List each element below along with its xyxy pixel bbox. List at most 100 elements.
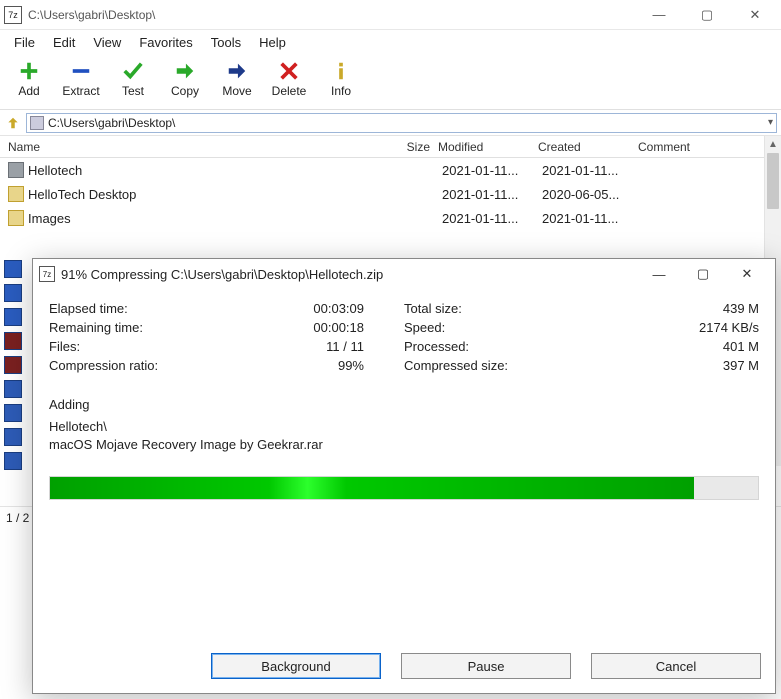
- desktop-side-icons: [4, 260, 22, 470]
- toolbar-move-label: Move: [222, 84, 251, 98]
- toolbar-copy-label: Copy: [171, 84, 199, 98]
- progress-bar: [49, 476, 759, 500]
- arrow-right-blue-icon: [225, 60, 249, 82]
- arrow-right-green-icon: [173, 60, 197, 82]
- col-name[interactable]: Name: [0, 140, 390, 154]
- file-icon: [4, 452, 22, 470]
- ratio-label: Compression ratio:: [49, 358, 158, 373]
- toolbar-info-label: Info: [331, 84, 351, 98]
- toolbar-extract[interactable]: Extract: [56, 58, 106, 98]
- minimize-button[interactable]: —: [637, 1, 681, 29]
- maximize-button[interactable]: ▢: [685, 1, 729, 29]
- path-text: C:\Users\gabri\Desktop\: [48, 116, 175, 130]
- pause-button[interactable]: Pause: [401, 653, 571, 679]
- toolbar-add-label: Add: [18, 84, 39, 98]
- remaining-value: 00:00:18: [313, 320, 404, 335]
- files-value: 11 / 11: [326, 339, 404, 354]
- adding-block: Adding Hellotech\ macOS Mojave Recovery …: [49, 397, 759, 454]
- dialog-close-button[interactable]: ✕: [725, 260, 769, 288]
- cell-name: Images: [28, 211, 394, 226]
- total-value: 439 M: [723, 301, 759, 316]
- stats: Elapsed time:00:03:09 Remaining time:00:…: [49, 299, 759, 375]
- disk-icon: [30, 116, 44, 130]
- menu-edit[interactable]: Edit: [45, 32, 83, 53]
- dialog-title: 91% Compressing C:\Users\gabri\Desktop\H…: [61, 267, 637, 282]
- file-icon: [4, 356, 22, 374]
- toolbar-test[interactable]: Test: [108, 58, 158, 98]
- scroll-up-icon[interactable]: ▲: [765, 136, 781, 153]
- path-bar: C:\Users\gabri\Desktop\ ▾: [0, 110, 781, 136]
- speed-label: Speed:: [404, 320, 445, 335]
- menubar: File Edit View Favorites Tools Help: [0, 30, 781, 54]
- toolbar-test-label: Test: [122, 84, 144, 98]
- menu-help[interactable]: Help: [251, 32, 294, 53]
- table-row[interactable]: Images 2021-01-11... 2021-01-11...: [0, 206, 781, 230]
- speed-value: 2174 KB/s: [699, 320, 759, 335]
- adding-label: Adding: [49, 397, 759, 412]
- menu-favorites[interactable]: Favorites: [131, 32, 200, 53]
- file-icon: [8, 186, 24, 202]
- scroll-thumb[interactable]: [767, 153, 779, 209]
- menu-tools[interactable]: Tools: [203, 32, 249, 53]
- toolbar-move[interactable]: Move: [212, 58, 262, 98]
- x-icon: [277, 60, 301, 82]
- dialog-maximize-button[interactable]: ▢: [681, 260, 725, 288]
- toolbar-add[interactable]: Add: [4, 58, 54, 98]
- col-modified[interactable]: Modified: [438, 140, 538, 154]
- col-created[interactable]: Created: [538, 140, 638, 154]
- info-icon: [329, 60, 353, 82]
- remaining-label: Remaining time:: [49, 320, 143, 335]
- background-button[interactable]: Background: [211, 653, 381, 679]
- minus-icon: [69, 60, 93, 82]
- chevron-down-icon[interactable]: ▾: [768, 117, 773, 128]
- close-button[interactable]: ✕: [733, 1, 777, 29]
- toolbar-delete-label: Delete: [272, 84, 307, 98]
- toolbar: Add Extract Test Copy Move Delete Info: [0, 54, 781, 110]
- ratio-value: 99%: [338, 358, 404, 373]
- cell-created: 2021-01-11...: [542, 163, 642, 178]
- table-row[interactable]: HelloTech Desktop 2021-01-11... 2020-06-…: [0, 182, 781, 206]
- toolbar-extract-label: Extract: [62, 84, 99, 98]
- cell-name: HelloTech Desktop: [28, 187, 394, 202]
- table-row[interactable]: Hellotech 2021-01-11... 2021-01-11...: [0, 158, 781, 182]
- cell-name: Hellotech: [28, 163, 394, 178]
- file-icon: [4, 284, 22, 302]
- window-title: C:\Users\gabri\Desktop\: [28, 8, 637, 22]
- col-size[interactable]: Size: [390, 140, 438, 154]
- compressed-value: 397 M: [723, 358, 759, 373]
- toolbar-delete[interactable]: Delete: [264, 58, 314, 98]
- file-icon: [8, 210, 24, 226]
- up-icon[interactable]: [4, 114, 22, 132]
- app-icon: 7z: [4, 6, 22, 24]
- cancel-button[interactable]: Cancel: [591, 653, 761, 679]
- status-text: 1 / 2: [6, 511, 29, 525]
- check-icon: [121, 60, 145, 82]
- app-icon: 7z: [39, 266, 55, 282]
- cell-created: 2021-01-11...: [542, 211, 642, 226]
- col-comment[interactable]: Comment: [638, 140, 781, 154]
- dialog-buttons: Background Pause Cancel: [211, 653, 761, 679]
- file-icon: [4, 308, 22, 326]
- file-icon: [4, 332, 22, 350]
- folder-icon: [8, 162, 24, 178]
- menu-file[interactable]: File: [6, 32, 43, 53]
- compressed-label: Compressed size:: [404, 358, 508, 373]
- compress-dialog: 7z 91% Compressing C:\Users\gabri\Deskto…: [32, 258, 776, 694]
- file-icon: [4, 260, 22, 278]
- processed-label: Processed:: [404, 339, 469, 354]
- file-icon: [4, 428, 22, 446]
- path-combo[interactable]: C:\Users\gabri\Desktop\ ▾: [26, 113, 777, 133]
- dialog-titlebar: 7z 91% Compressing C:\Users\gabri\Deskto…: [33, 259, 775, 289]
- files-label: Files:: [49, 339, 80, 354]
- total-label: Total size:: [404, 301, 462, 316]
- menu-view[interactable]: View: [85, 32, 129, 53]
- toolbar-info[interactable]: Info: [316, 58, 366, 98]
- cell-modified: 2021-01-11...: [442, 187, 542, 202]
- cell-created: 2020-06-05...: [542, 187, 642, 202]
- elapsed-value: 00:03:09: [313, 301, 404, 316]
- file-icon: [4, 380, 22, 398]
- dialog-minimize-button[interactable]: —: [637, 260, 681, 288]
- stats-left: Elapsed time:00:03:09 Remaining time:00:…: [49, 299, 404, 375]
- cell-modified: 2021-01-11...: [442, 211, 542, 226]
- toolbar-copy[interactable]: Copy: [160, 58, 210, 98]
